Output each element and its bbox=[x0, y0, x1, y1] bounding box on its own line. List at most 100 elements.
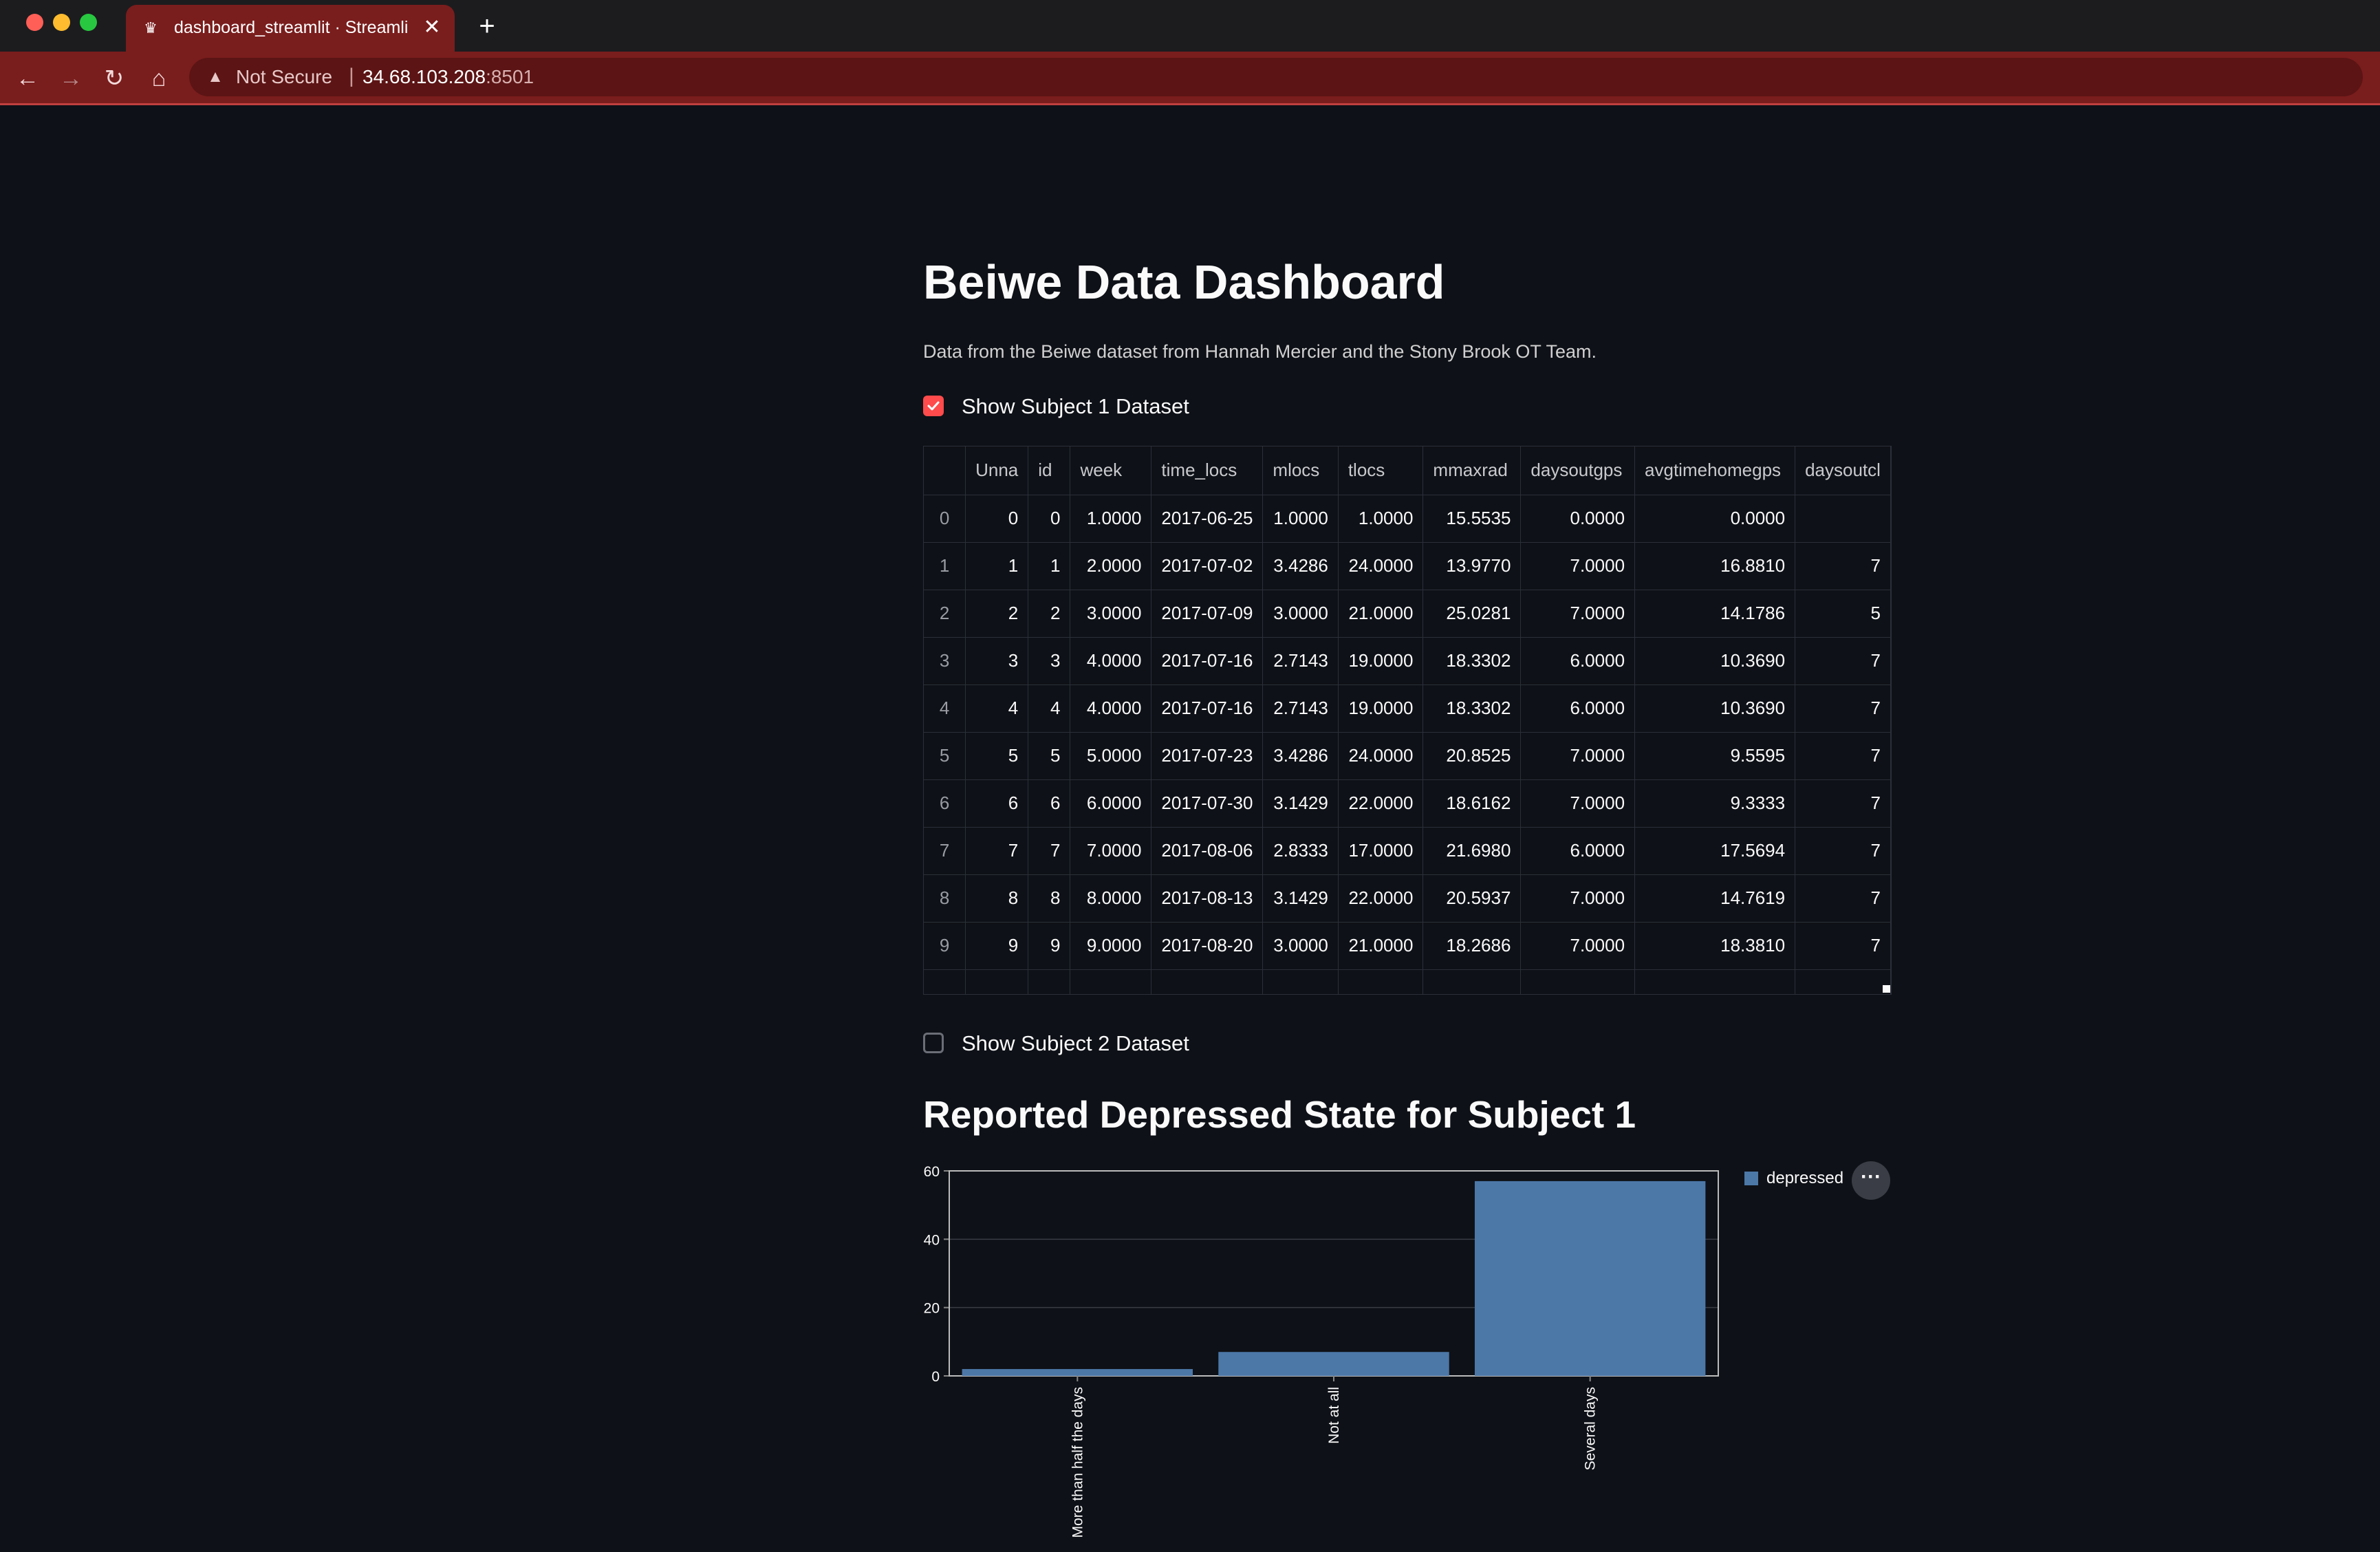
table-cell[interactable]: 5.0000 bbox=[1070, 732, 1152, 780]
table-cell[interactable]: 18.3302 bbox=[1422, 637, 1522, 685]
table-cell[interactable]: 6.0000 bbox=[1520, 685, 1636, 733]
table-cell[interactable]: 4 bbox=[965, 685, 1029, 733]
row-index-cell[interactable]: 5 bbox=[924, 732, 966, 780]
table-cell[interactable]: 2.8333 bbox=[1262, 827, 1339, 875]
table-cell[interactable]: 3.0000 bbox=[1262, 590, 1339, 638]
column-header[interactable]: id bbox=[1028, 446, 1071, 495]
table-cell[interactable]: 2017-07-30 bbox=[1151, 779, 1264, 828]
address-bar[interactable]: ▲ Not Secure | 34.68.103.208:8501 bbox=[189, 58, 2363, 96]
table-cell[interactable]: 18.3810 bbox=[1634, 922, 1796, 970]
table-cell[interactable]: 7 bbox=[1795, 542, 1891, 590]
row-index-cell[interactable]: 0 bbox=[924, 495, 966, 543]
table-cell[interactable]: 17.0000 bbox=[1338, 827, 1424, 875]
reload-icon[interactable]: ↻ bbox=[100, 65, 128, 92]
table-cell[interactable]: 7 bbox=[1795, 874, 1891, 923]
table-cell[interactable]: 10.3690 bbox=[1634, 637, 1796, 685]
table-cell[interactable]: 18.6162 bbox=[1422, 779, 1522, 828]
table-cell[interactable]: 9.3333 bbox=[1634, 779, 1796, 828]
chart-actions-menu-icon[interactable]: ··· bbox=[1852, 1161, 1890, 1200]
new-tab-icon[interactable]: + bbox=[473, 12, 501, 40]
table-cell[interactable]: 4 bbox=[1028, 685, 1071, 733]
table-cell[interactable]: 6 bbox=[965, 779, 1029, 828]
forward-arrow-icon[interactable]: → bbox=[57, 65, 85, 92]
row-index-cell[interactable]: 6 bbox=[924, 779, 966, 828]
table-cell[interactable]: 20.8525 bbox=[1422, 732, 1522, 780]
checkbox-unchecked-icon[interactable] bbox=[923, 1033, 944, 1053]
table-cell[interactable]: 3.1429 bbox=[1262, 779, 1339, 828]
table-cell[interactable]: 14.1786 bbox=[1634, 590, 1796, 638]
table-cell[interactable]: 7 bbox=[965, 827, 1029, 875]
security-status[interactable]: Not Secure bbox=[236, 66, 332, 88]
table-cell[interactable]: 7.0000 bbox=[1520, 542, 1636, 590]
row-index-cell[interactable]: 7 bbox=[924, 827, 966, 875]
table-cell[interactable]: 2017-06-25 bbox=[1151, 495, 1264, 543]
maximize-window-button[interactable] bbox=[80, 14, 97, 31]
table-cell[interactable]: 2017-07-16 bbox=[1151, 637, 1264, 685]
table-cell[interactable]: 20.5937 bbox=[1422, 874, 1522, 923]
table-cell[interactable]: 3.0000 bbox=[1262, 922, 1339, 970]
table-cell[interactable]: 5 bbox=[1795, 590, 1891, 638]
table-cell[interactable]: 7 bbox=[1795, 685, 1891, 733]
table-cell[interactable]: 9.0000 bbox=[1070, 922, 1152, 970]
table-cell[interactable]: 1.0000 bbox=[1262, 495, 1339, 543]
row-index-cell[interactable]: 3 bbox=[924, 637, 966, 685]
table-cell[interactable]: 7 bbox=[1795, 732, 1891, 780]
url-text[interactable]: 34.68.103.208:8501 bbox=[363, 66, 534, 88]
column-header[interactable]: daysoutgps bbox=[1520, 446, 1636, 495]
table-cell[interactable]: 2017-07-16 bbox=[1151, 685, 1264, 733]
close-window-button[interactable] bbox=[26, 14, 43, 31]
row-index-cell[interactable]: 9 bbox=[924, 922, 966, 970]
table-cell[interactable]: 7.0000 bbox=[1520, 590, 1636, 638]
row-index-cell[interactable]: 8 bbox=[924, 874, 966, 923]
table-cell[interactable] bbox=[1795, 495, 1891, 543]
table-resize-handle[interactable] bbox=[1883, 985, 1890, 993]
table-cell[interactable]: 2.0000 bbox=[1070, 542, 1152, 590]
table-cell[interactable]: 14.7619 bbox=[1634, 874, 1796, 923]
table-cell[interactable]: 7.0000 bbox=[1520, 779, 1636, 828]
table-cell[interactable]: 9 bbox=[965, 922, 1029, 970]
warning-triangle-icon[interactable]: ▲ bbox=[204, 66, 226, 88]
table-cell[interactable]: 6.0000 bbox=[1520, 827, 1636, 875]
table-cell[interactable]: 7.0000 bbox=[1520, 922, 1636, 970]
table-cell[interactable]: 2017-08-06 bbox=[1151, 827, 1264, 875]
column-header[interactable]: Unna bbox=[965, 446, 1029, 495]
table-cell[interactable]: 21.6980 bbox=[1422, 827, 1522, 875]
row-index-cell[interactable]: 2 bbox=[924, 590, 966, 638]
table-cell[interactable]: 7 bbox=[1028, 827, 1071, 875]
table-cell[interactable]: 7 bbox=[1795, 637, 1891, 685]
table-cell[interactable]: 19.0000 bbox=[1338, 685, 1424, 733]
table-cell[interactable]: 3.4286 bbox=[1262, 542, 1339, 590]
table-cell[interactable]: 17.5694 bbox=[1634, 827, 1796, 875]
table-cell[interactable]: 8 bbox=[1028, 874, 1071, 923]
table-cell[interactable]: 8.0000 bbox=[1070, 874, 1152, 923]
table-cell[interactable]: 22.0000 bbox=[1338, 779, 1424, 828]
table-cell[interactable]: 15.5535 bbox=[1422, 495, 1522, 543]
row-index-cell[interactable]: 1 bbox=[924, 542, 966, 590]
table-cell[interactable]: 21.0000 bbox=[1338, 922, 1424, 970]
column-header[interactable]: mmaxrad bbox=[1422, 446, 1522, 495]
table-cell[interactable]: 2.7143 bbox=[1262, 637, 1339, 685]
table-cell[interactable]: 7.0000 bbox=[1520, 732, 1636, 780]
back-arrow-icon[interactable]: ← bbox=[14, 65, 41, 92]
table-cell[interactable]: 18.2686 bbox=[1422, 922, 1522, 970]
table-cell[interactable]: 7.0000 bbox=[1070, 827, 1152, 875]
table-cell[interactable]: 7 bbox=[1795, 779, 1891, 828]
table-cell[interactable]: 10.3690 bbox=[1634, 685, 1796, 733]
table-cell[interactable]: 1 bbox=[965, 542, 1029, 590]
table-cell[interactable]: 0.0000 bbox=[1520, 495, 1636, 543]
table-cell[interactable]: 3.1429 bbox=[1262, 874, 1339, 923]
table-cell[interactable]: 7.0000 bbox=[1520, 874, 1636, 923]
table-cell[interactable]: 2.7143 bbox=[1262, 685, 1339, 733]
table-cell[interactable]: 3 bbox=[965, 637, 1029, 685]
table-cell[interactable]: 1.0000 bbox=[1070, 495, 1152, 543]
table-cell[interactable]: 3.4286 bbox=[1262, 732, 1339, 780]
checkbox-label[interactable]: Show Subject 2 Dataset bbox=[962, 1031, 1189, 1056]
table-cell[interactable]: 21.0000 bbox=[1338, 590, 1424, 638]
table-cell[interactable]: 16.8810 bbox=[1634, 542, 1796, 590]
table-cell[interactable]: 3 bbox=[1028, 637, 1071, 685]
table-cell[interactable]: 24.0000 bbox=[1338, 732, 1424, 780]
table-cell[interactable]: 5 bbox=[1028, 732, 1071, 780]
table-cell[interactable]: 6 bbox=[1028, 779, 1071, 828]
table-cell[interactable]: 2 bbox=[1028, 590, 1071, 638]
table-cell[interactable]: 7 bbox=[1795, 922, 1891, 970]
